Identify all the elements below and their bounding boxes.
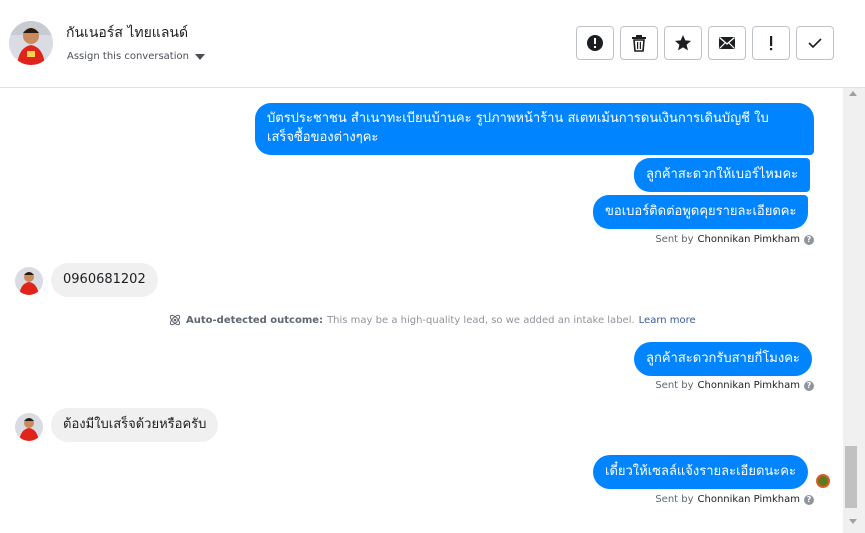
message-text: 0960681202 bbox=[63, 272, 146, 287]
message-thread[interactable]: บัตรประชาชน สำเนาทะเบียนบ้านคะ รูปภาพหน้… bbox=[0, 88, 843, 533]
sent-by-label: Sent by Chonnikan Pimkham ? bbox=[655, 380, 814, 391]
contact-name[interactable]: กันเนอร์ส ไทยแลนด์ bbox=[66, 22, 188, 44]
sender-name: Chonnikan Pimkham bbox=[697, 380, 800, 391]
sent-by-prefix: Sent by bbox=[655, 234, 694, 245]
assign-conversation-dropdown[interactable]: Assign this conversation bbox=[67, 51, 205, 62]
mark-unread-button[interactable] bbox=[708, 26, 746, 60]
contact-avatar-small[interactable] bbox=[15, 413, 43, 441]
incoming-message[interactable]: ต้องมีใบเสร็จด้วยหรือครับ bbox=[51, 408, 219, 442]
contact-avatar-small[interactable] bbox=[15, 267, 43, 295]
conversation-header: กันเนอร์ส ไทยแลนด์ Assign this conversat… bbox=[0, 0, 865, 88]
delete-button[interactable] bbox=[620, 26, 658, 60]
outgoing-message[interactable]: ขอเบอร์ติดต่อพูดคุยรายละเอียดคะ bbox=[593, 195, 809, 229]
star-icon bbox=[675, 35, 691, 51]
help-icon[interactable]: ? bbox=[804, 234, 814, 245]
outgoing-message[interactable]: ลูกค้าสะดวกรับสายกี่โมงคะ bbox=[634, 342, 812, 376]
message-text: ลูกค้าสะดวกให้เบอร์ไหมคะ bbox=[646, 167, 799, 182]
exclamation-icon bbox=[770, 36, 773, 51]
alert-circle-icon bbox=[587, 35, 603, 51]
message-text: เดี๋ยวให้เซลล์แจ้งรายละเอียดนะคะ bbox=[605, 464, 796, 479]
follow-up-button[interactable] bbox=[752, 26, 790, 60]
outcome-text: This may be a high-quality lead, so we a… bbox=[327, 314, 635, 326]
message-text: ต้องมีใบเสร็จด้วยหรือครับ bbox=[63, 417, 207, 432]
contact-avatar[interactable] bbox=[9, 21, 53, 65]
outgoing-message[interactable]: บัตรประชาชน สำเนาทะเบียนบ้านคะ รูปภาพหน้… bbox=[255, 103, 814, 155]
sender-name: Chonnikan Pimkham bbox=[697, 494, 800, 505]
assign-label: Assign this conversation bbox=[67, 51, 189, 62]
scroll-up-arrow-icon[interactable] bbox=[849, 91, 857, 96]
outcome-title: Auto-detected outcome: bbox=[186, 314, 324, 326]
star-button[interactable] bbox=[664, 26, 702, 60]
sent-by-label: Sent by Chonnikan Pimkham ? bbox=[655, 494, 814, 505]
conversation-actions bbox=[576, 26, 834, 60]
mark-done-button[interactable] bbox=[796, 26, 834, 60]
envelope-icon bbox=[719, 36, 735, 49]
scrollbar-thumb[interactable] bbox=[845, 446, 857, 508]
learn-more-link[interactable]: Learn more bbox=[639, 315, 696, 326]
vertical-scrollbar[interactable] bbox=[843, 88, 865, 533]
outgoing-message[interactable]: ลูกค้าสะดวกให้เบอร์ไหมคะ bbox=[634, 158, 811, 192]
outgoing-message[interactable]: เดี๋ยวให้เซลล์แจ้งรายละเอียดนะคะ bbox=[593, 455, 808, 489]
caret-down-icon bbox=[194, 53, 205, 60]
scroll-down-arrow-icon[interactable] bbox=[849, 519, 857, 524]
auto-detected-outcome-notice: Auto-detected outcome: This may be a hig… bbox=[168, 313, 696, 327]
message-text: ลูกค้าสะดวกรับสายกี่โมงคะ bbox=[646, 351, 800, 366]
sender-name: Chonnikan Pimkham bbox=[697, 234, 800, 245]
help-icon[interactable]: ? bbox=[804, 494, 814, 505]
message-text-line: เสร็จซื้อของต่างๆคะ bbox=[267, 130, 379, 145]
message-text-line: บัตรประชาชน สำเนาทะเบียนบ้านคะ รูปภาพหน้… bbox=[267, 111, 769, 126]
trash-icon bbox=[632, 35, 646, 52]
sent-by-prefix: Sent by bbox=[655, 380, 694, 391]
checkmark-icon bbox=[808, 38, 822, 49]
sent-by-prefix: Sent by bbox=[655, 494, 694, 505]
incoming-message[interactable]: 0960681202 bbox=[51, 263, 158, 297]
help-icon[interactable]: ? bbox=[804, 380, 814, 391]
seen-indicator-avatar bbox=[816, 474, 830, 488]
atom-icon bbox=[169, 314, 181, 326]
message-text: ขอเบอร์ติดต่อพูดคุยรายละเอียดคะ bbox=[605, 204, 797, 219]
sent-by-label: Sent by Chonnikan Pimkham ? bbox=[655, 234, 814, 245]
mark-spam-button[interactable] bbox=[576, 26, 614, 60]
